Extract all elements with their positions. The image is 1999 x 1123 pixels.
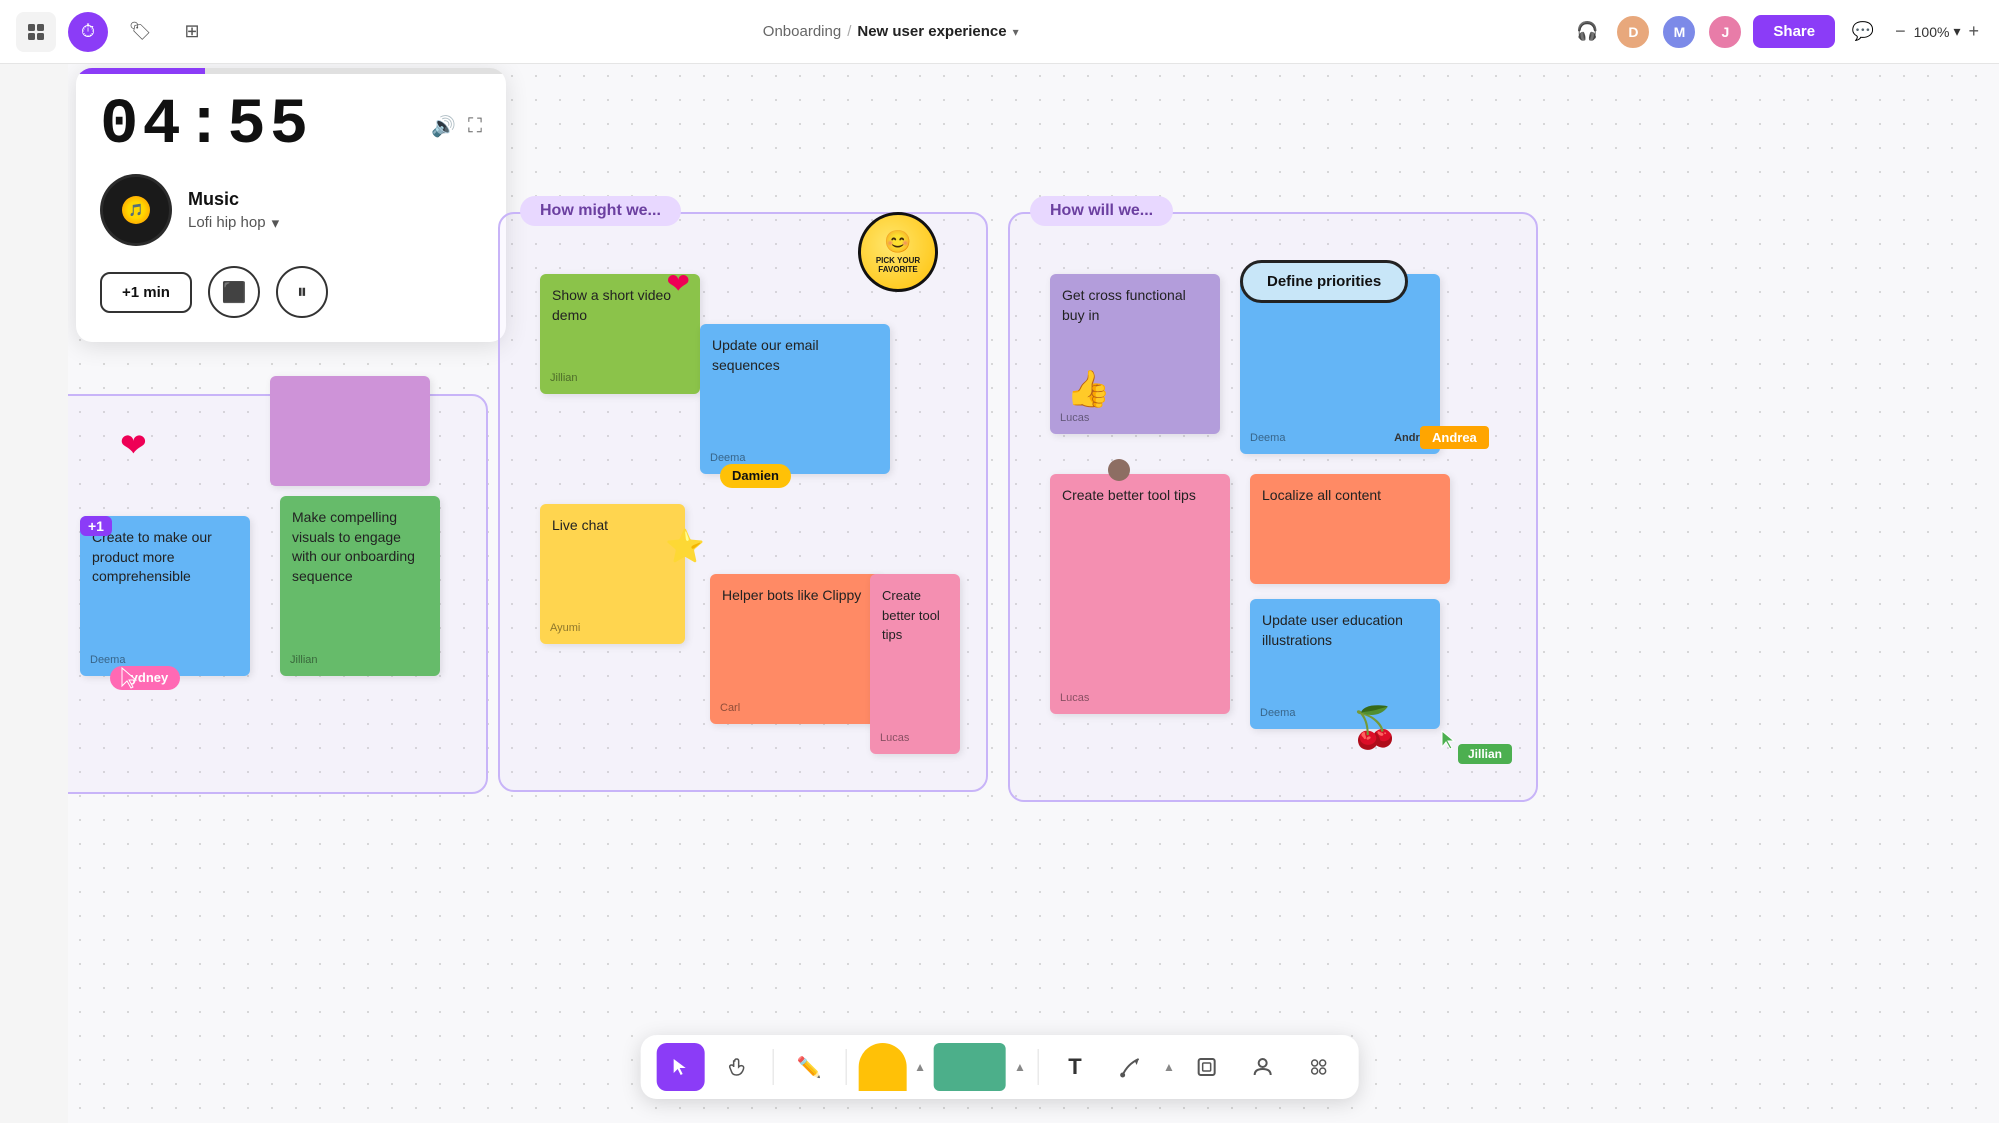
brown-dot [1108, 459, 1130, 481]
text-tool-button[interactable]: T [1051, 1043, 1099, 1091]
connector-tool-button[interactable] [1107, 1043, 1155, 1091]
timer-icons: 🔊 ⛶ [431, 114, 482, 139]
plus-one-badge: +1 [80, 516, 112, 536]
add-minute-button[interactable]: +1 min [100, 272, 192, 313]
sticky-create-tooltips-right[interactable]: Create better tool tips Lucas [1050, 474, 1230, 714]
cursor-tool-button[interactable] [656, 1043, 704, 1091]
avatar-3[interactable]: J [1707, 14, 1743, 50]
jillian-cursor-tag: Jillian [1458, 744, 1512, 764]
cherries-sticker: 🍒 [1350, 704, 1400, 751]
music-genre-selector[interactable]: Lofi hip hop ▾ [188, 214, 279, 232]
toolbar-divider-1 [772, 1049, 773, 1085]
page-chevron-icon[interactable]: ▾ [1013, 25, 1019, 39]
sticky-show-video[interactable]: Show a short video demo Jillian ❤ [540, 274, 700, 394]
sticky-live-chat[interactable]: Live chat Ayumi ⭐ [540, 504, 685, 644]
thumbs-up-icon: 👍 [1066, 364, 1111, 414]
define-priorities-bubble[interactable]: Define priorities [1240, 260, 1408, 303]
sticky-update-illustrations[interactable]: Update user education illustrations Deem… [1250, 599, 1440, 729]
toolbar-divider-2 [845, 1049, 846, 1085]
timer-display: 04:55 [100, 94, 312, 158]
sticky-get-cross[interactable]: Get cross functional buy in Lucas 👍 [1050, 274, 1220, 434]
star-icon: ⭐ [665, 524, 705, 569]
how-might-we-section: How might we... Show a short video demo … [498, 212, 988, 792]
heart-icon-left: ❤ [120, 426, 147, 464]
sticky-author: Carl [720, 701, 740, 716]
shape-green-chevron-icon[interactable]: ▲ [1014, 1060, 1026, 1074]
sticky-author: Deema [1260, 706, 1295, 721]
how-will-we-label: How will we... [1030, 196, 1173, 226]
left-offscreen-section: Create to make our product more comprehe… [68, 394, 488, 794]
sticky-helper-bots[interactable]: Helper bots like Clippy Carl [710, 574, 880, 724]
sound-button[interactable]: 🔊 [431, 114, 456, 139]
hand-tool-button[interactable] [712, 1043, 760, 1091]
how-will-we-section: How will we... Get cross functional buy … [1008, 212, 1538, 802]
pick-your-favorite-sticker: 😊 PICK YOUR FAVORITE [858, 212, 938, 292]
headphone-button[interactable]: 🎧 [1569, 14, 1605, 50]
sticky-localize[interactable]: Localize all content [1250, 474, 1450, 584]
bottom-toolbar: ✏️ ▲ ▲ T ▲ [640, 1035, 1359, 1099]
cursor-pink [120, 666, 140, 695]
shape-yellow-chevron-icon[interactable]: ▲ [914, 1060, 926, 1074]
topbar: ⏱ 🏷 ⊞ Onboarding / New user experience ▾… [0, 0, 1999, 64]
apps-menu-button[interactable] [16, 12, 56, 52]
avatar-2[interactable]: M [1661, 14, 1697, 50]
timer-tool-button[interactable]: ⏱ [68, 12, 108, 52]
zoom-out-button[interactable]: − [1891, 17, 1910, 46]
breadcrumb-separator: / [847, 23, 851, 40]
sticky-create-tooltips[interactable]: Create better tool tips Lucas [870, 574, 960, 754]
timer-controls: +1 min ⬛ ⏸ [100, 266, 482, 318]
timer-widget: 04:55 🔊 ⛶ 🎵 Music Lofi hip hop ▾ [76, 68, 506, 342]
table-tool-button[interactable]: ⊞ [172, 12, 212, 52]
deema-author: Deema [1250, 431, 1285, 446]
group-tool-button[interactable] [1295, 1043, 1343, 1091]
sticky-make-visuals[interactable]: Make compelling visuals to engage with o… [280, 496, 440, 676]
zoom-chevron-icon: ▾ [1953, 23, 1960, 40]
sticky-create-comprehensible[interactable]: Create to make our product more comprehe… [80, 516, 250, 676]
timer-body: 04:55 🔊 ⛶ 🎵 Music Lofi hip hop ▾ [76, 74, 506, 342]
frame-tool-button[interactable] [1183, 1043, 1231, 1091]
connector-chevron-icon[interactable]: ▲ [1163, 1060, 1175, 1074]
genre-chevron-icon: ▾ [272, 214, 280, 232]
timer-top: 04:55 🔊 ⛶ [100, 94, 482, 158]
sticky-author: Jillian [550, 371, 578, 386]
avatar-1[interactable]: D [1615, 14, 1651, 50]
page-name[interactable]: New user experience [857, 23, 1006, 40]
canvas[interactable]: 04:55 🔊 ⛶ 🎵 Music Lofi hip hop ▾ [68, 64, 1999, 1123]
comment-button[interactable]: 💬 [1845, 14, 1881, 50]
vinyl-disc: 🎵 [100, 174, 172, 246]
sticky-update-email[interactable]: Update our email sequences Deema Damien [700, 324, 890, 474]
sticky-author: Lucas [1060, 691, 1089, 706]
music-row: 🎵 Music Lofi hip hop ▾ [100, 174, 482, 246]
damien-tag: Damien [720, 464, 791, 488]
andrea-tag: Andrea [1420, 426, 1489, 449]
sticky-author: Jillian [290, 653, 318, 668]
breadcrumb-parent[interactable]: Onboarding [763, 23, 841, 40]
fullscreen-button[interactable]: ⛶ [468, 114, 482, 139]
vinyl-rings [100, 174, 172, 246]
cursor-green-arrow [1440, 729, 1458, 756]
how-might-we-label: How might we... [520, 196, 681, 226]
sticky-author: Lucas [880, 731, 909, 746]
stop-button[interactable]: ⬛ [208, 266, 260, 318]
zoom-level: 100% [1914, 24, 1950, 40]
pencil-tool-button[interactable]: ✏️ [785, 1043, 833, 1091]
toolbar-divider-3 [1038, 1049, 1039, 1085]
music-label: Music [188, 189, 279, 210]
zoom-in-button[interactable]: + [1964, 17, 1983, 46]
pick-fav-text: PICK YOUR FAVORITE [861, 256, 935, 275]
breadcrumb: Onboarding / New user experience ▾ [224, 23, 1557, 40]
sticker-tool-button[interactable]: 🏷 [120, 12, 160, 52]
topbar-right: 🎧 D M J Share 💬 − 100% ▾ + [1569, 14, 1983, 50]
topbar-left: ⏱ 🏷 ⊞ [16, 12, 212, 52]
sticky-purple-partial[interactable] [270, 376, 430, 486]
zoom-controls: − 100% ▾ + [1891, 17, 1983, 46]
music-info: Music Lofi hip hop ▾ [188, 189, 279, 232]
pause-button[interactable]: ⏸ [276, 266, 328, 318]
shape-yellow-tool[interactable] [858, 1043, 906, 1091]
share-button[interactable]: Share [1753, 15, 1835, 48]
shape-green-tool[interactable] [934, 1043, 1006, 1091]
heart-icon: ❤ [667, 264, 690, 303]
sticky-author: Ayumi [550, 621, 580, 636]
person-tool-button[interactable] [1239, 1043, 1287, 1091]
